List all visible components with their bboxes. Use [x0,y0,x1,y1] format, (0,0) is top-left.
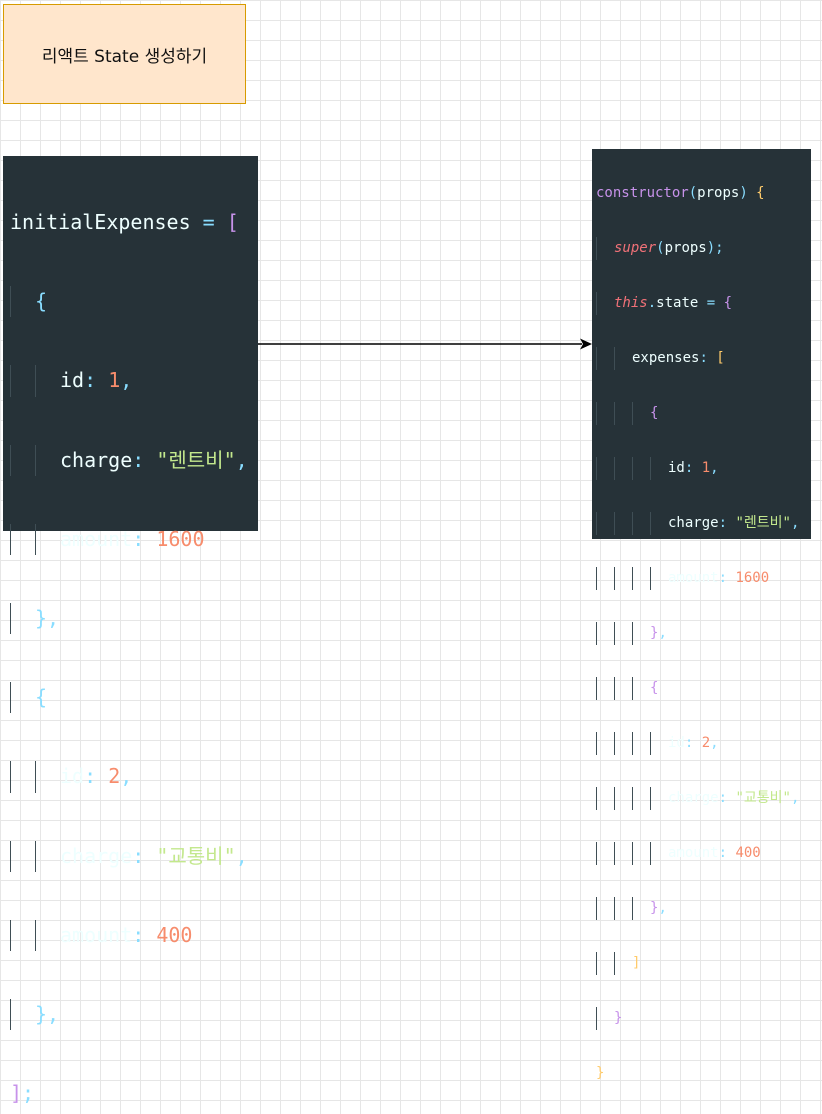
code-line: id: 2, [596,732,811,755]
code-line: amount: 400 [10,919,258,951]
code-line: }, [10,998,258,1031]
code-line: charge: "교통비", [10,840,258,872]
code-line: amount: 1600 [596,567,811,590]
code-line: ]; [10,1081,35,1106]
code-line: }, [10,602,258,635]
connector-arrow [258,338,592,350]
code-line: ] [596,952,811,975]
code-line: }, [596,897,811,920]
code-line: { [596,677,811,700]
code-line: id: 2, [10,761,258,793]
code-line: { [10,682,258,714]
code-line: amount: 400 [596,842,811,865]
code-line: } [596,1007,811,1030]
code-line: } [596,1065,605,1081]
code-line: }, [596,622,811,645]
code-line: charge: "교통비", [596,787,811,810]
